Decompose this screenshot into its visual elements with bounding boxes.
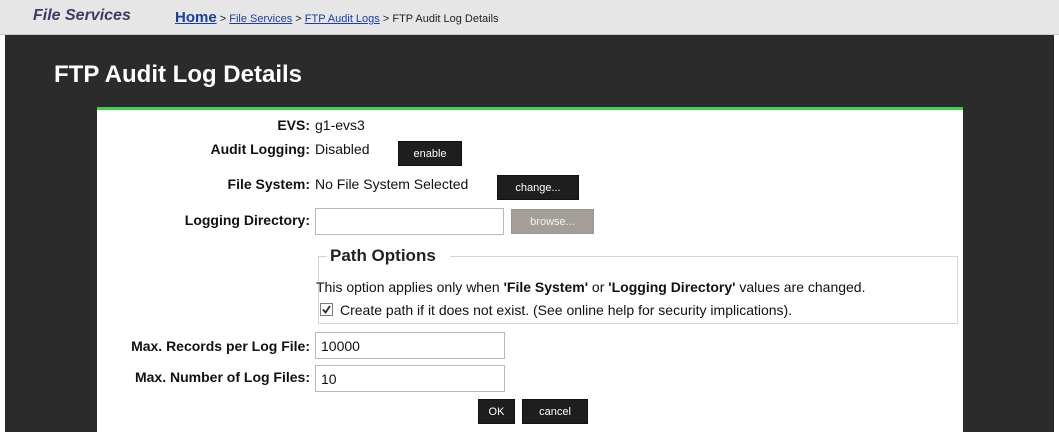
logging-directory-label: Logging Directory: (184, 212, 310, 228)
evs-value: g1-evs3 (315, 117, 365, 133)
max-records-label: Max. Records per Log File: (131, 338, 310, 354)
enable-button[interactable]: enable (398, 141, 462, 166)
breadcrumb-home-link[interactable]: Home (175, 9, 217, 26)
ok-button[interactable]: OK (478, 399, 515, 424)
description-text: or (588, 279, 609, 295)
max-records-input[interactable] (315, 332, 505, 359)
evs-label: EVS: (277, 117, 310, 133)
max-files-input[interactable] (315, 365, 505, 392)
breadcrumb-file-services-link[interactable]: File Services (229, 13, 292, 25)
path-options-description: This option applies only when 'File Syst… (316, 279, 865, 295)
section-name: File Services (33, 7, 131, 24)
breadcrumb-separator: > (219, 13, 227, 25)
breadcrumb-separator: > (382, 13, 390, 25)
description-text: values are changed. (735, 279, 866, 295)
browse-button[interactable]: browse... (511, 209, 594, 234)
logging-directory-input[interactable] (315, 208, 504, 235)
create-path-checkbox[interactable] (320, 303, 333, 316)
file-system-label: File System: (227, 176, 310, 192)
breadcrumb-separator: > (295, 13, 302, 25)
breadcrumb-ftp-audit-logs-link[interactable]: FTP Audit Logs (305, 13, 380, 25)
logging-directory-term: 'Logging Directory' (608, 279, 736, 295)
audit-logging-value: Disabled (315, 141, 370, 157)
create-path-label[interactable]: Create path if it does not exist. (See o… (340, 302, 792, 318)
audit-logging-label: Audit Logging: (210, 141, 310, 157)
page-title: FTP Audit Log Details (54, 61, 303, 88)
checkmark-icon (322, 305, 331, 314)
file-system-term: 'File System' (503, 279, 589, 295)
file-system-value: No File System Selected (315, 176, 469, 192)
cancel-button[interactable]: cancel (522, 399, 588, 424)
breadcrumb-current: FTP Audit Log Details (392, 13, 499, 25)
top-navigation-bar: File Services Home > File Services > FTP… (0, 0, 1059, 35)
breadcrumb: Home > File Services > FTP Audit Logs > … (175, 9, 499, 26)
description-text: This option applies only when (316, 279, 504, 295)
change-file-system-button[interactable]: change... (497, 175, 579, 200)
path-options-title: Path Options (327, 246, 439, 266)
max-files-label: Max. Number of Log Files: (134, 369, 310, 385)
